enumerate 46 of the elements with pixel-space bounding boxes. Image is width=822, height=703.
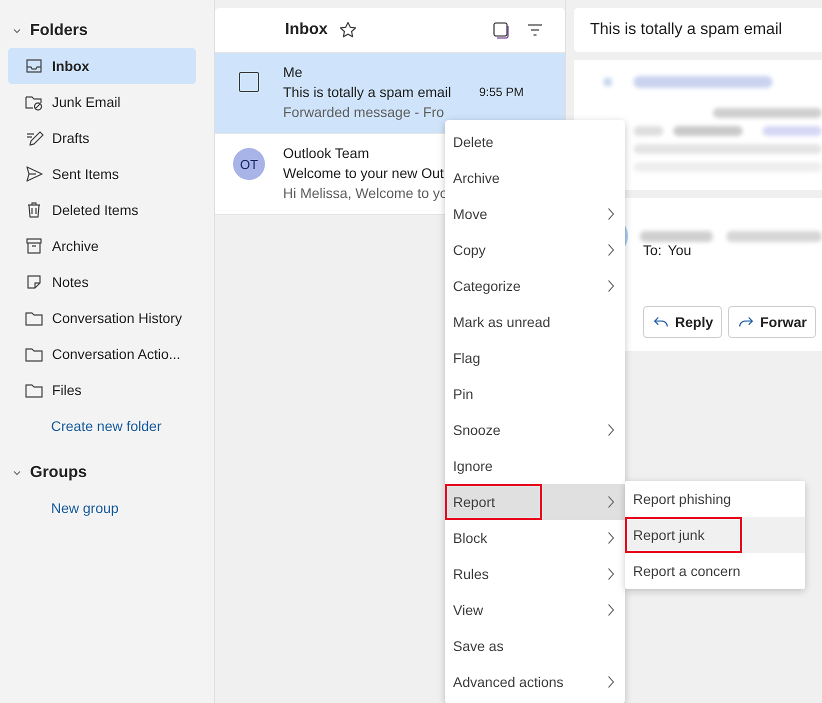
- menu-item[interactable]: Rules: [445, 556, 625, 592]
- menu-item[interactable]: Flag: [445, 340, 625, 376]
- folder-item[interactable]: Files: [8, 372, 196, 408]
- menu-item[interactable]: Save as: [445, 628, 625, 664]
- highlight-box: Report junk: [625, 517, 742, 553]
- sender-name: Me: [283, 63, 304, 81]
- message-subject: Welcome to your new Out: [283, 164, 444, 182]
- menu-item[interactable]: Report: [445, 484, 625, 520]
- sender-name: Outlook Team: [283, 144, 370, 162]
- menu-item[interactable]: View: [445, 592, 625, 628]
- subject-header: This is totally a spam email: [574, 8, 822, 52]
- message-subject: This is totally a spam email: [283, 83, 452, 101]
- menu-item[interactable]: Report a concern: [625, 553, 805, 589]
- folder-item[interactable]: Conversation Actio...: [8, 336, 196, 372]
- list-title: Inbox: [285, 21, 328, 39]
- menu-item[interactable]: Ignore: [445, 448, 625, 484]
- action-button[interactable]: Forwar: [728, 306, 816, 338]
- folder-item[interactable]: Drafts: [8, 120, 196, 156]
- section-title: Groups: [30, 464, 87, 482]
- sidebar-link[interactable]: Create new folder: [8, 408, 162, 444]
- action-button[interactable]: Reply: [643, 306, 722, 338]
- folder-item[interactable]: Inbox: [8, 48, 196, 84]
- menu-item[interactable]: Block: [445, 520, 625, 556]
- folder-item[interactable]: Conversation History: [8, 300, 196, 336]
- menu-item[interactable]: Report phishing: [625, 481, 805, 517]
- sidebar-link[interactable]: New group: [8, 490, 119, 526]
- folder-item[interactable]: Notes: [8, 264, 196, 300]
- folder-item[interactable]: Sent Items: [8, 156, 196, 192]
- highlight-box: Report: [445, 484, 542, 520]
- menu-item[interactable]: Mark as unread: [445, 304, 625, 340]
- message-preview: Forwarded message - Fro: [283, 103, 446, 121]
- recipient: You: [668, 242, 692, 258]
- menu-item[interactable]: Advanced actions: [445, 664, 625, 700]
- folder-item[interactable]: Junk Email: [8, 84, 196, 120]
- menu-item[interactable]: Categorize: [445, 268, 625, 304]
- menu-item[interactable]: Report junk: [625, 517, 805, 553]
- folder-item[interactable]: Archive: [8, 228, 196, 264]
- folder-item[interactable]: Deleted Items: [8, 192, 196, 228]
- menu-item[interactable]: Snooze: [445, 412, 625, 448]
- message-time: 9:55 PM: [479, 85, 524, 99]
- avatar: OT: [233, 148, 265, 180]
- menu-item[interactable]: Pin: [445, 376, 625, 412]
- to-label: To:: [643, 242, 662, 258]
- message-row[interactable]: Me This is totally a spam email 9:55 PM Forwarded message - Fro: [215, 53, 565, 134]
- menu-item[interactable]: Copy: [445, 232, 625, 268]
- section-title: Folders: [30, 22, 88, 40]
